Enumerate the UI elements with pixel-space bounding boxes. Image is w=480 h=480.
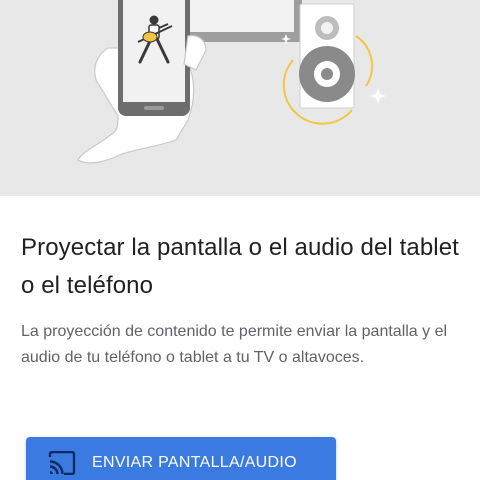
illustration-art [77,0,386,164]
page-description: La proyección de contenido te permite en… [21,323,448,366]
cast-icon [48,451,76,475]
cast-button-label: ENVIAR PANTALLA/AUDIO [92,454,297,471]
speaker-icon [299,3,355,109]
cast-illustration [0,0,480,196]
cast-screen-button[interactable]: ENVIAR PANTALLA/AUDIO [26,437,336,480]
page-title: Proyectar la pantalla o el audio del tab… [21,234,459,299]
phone-icon [118,0,190,116]
cast-screen: Proyectar la pantalla o el audio del tab… [0,0,480,480]
